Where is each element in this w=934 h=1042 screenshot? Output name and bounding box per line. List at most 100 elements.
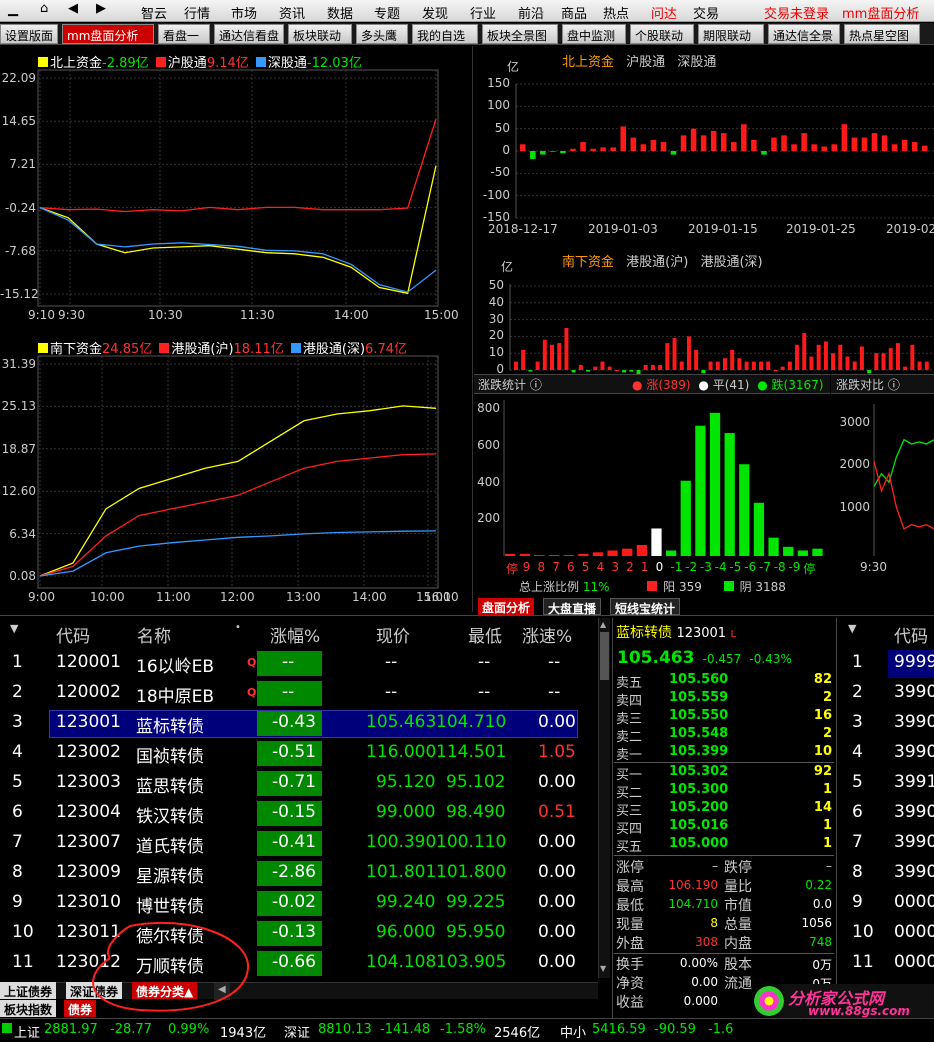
info-icon[interactable]: ⓘ	[530, 378, 542, 392]
table-row[interactable]: 6 123004 铁汉转债 -0.15 99.000 98.490 0.51	[0, 798, 600, 828]
order-book-row[interactable]: 买四 105.016 1	[616, 818, 834, 837]
menu-zhiyun[interactable]: 智云	[141, 3, 167, 22]
tab-zixuan[interactable]: 我的自选	[412, 24, 478, 44]
trade-status[interactable]: 交易未登录	[764, 3, 829, 22]
right-list-row[interactable]: 1 9999	[836, 648, 934, 678]
right-list-row[interactable]: 7 3990	[836, 828, 934, 858]
col-change[interactable]: 涨幅%	[270, 622, 320, 647]
back-icon[interactable]: ◀	[68, 1, 78, 16]
table-scrollbar[interactable]: ▲ ▼	[598, 618, 610, 978]
order-book-row[interactable]: 卖五 105.560 82	[616, 672, 834, 691]
order-book-row[interactable]: 买二 105.300 1	[616, 782, 834, 801]
right-list-row[interactable]: 6 3990	[836, 798, 934, 828]
subtab-zhibo[interactable]: 大盘直播	[543, 598, 602, 616]
forward-icon[interactable]: ▶	[96, 1, 106, 16]
menu-hangqing[interactable]: 行情	[184, 3, 210, 22]
info-icon[interactable]: ⓘ	[888, 378, 900, 392]
table-row[interactable]: 2 120002 18中原EB Q -- -- -- --	[0, 678, 600, 708]
order-book-row[interactable]: 卖二 105.548 2	[616, 726, 834, 745]
menu-jiaoyi[interactable]: 交易	[693, 3, 719, 22]
table-row[interactable]: 9 123010 博世转债 -0.02 99.240 99.225 0.00	[0, 888, 600, 918]
north-bar-sz[interactable]: 深股通	[677, 55, 716, 70]
scroll-thumb[interactable]	[600, 632, 609, 680]
right-list-header[interactable]: 代码	[894, 622, 928, 647]
order-book-row[interactable]: 卖三 105.550 16	[616, 708, 834, 727]
table-row[interactable]: 1 120001 16以岭EB Q -- -- -- --	[0, 648, 600, 678]
menu-qianyan[interactable]: 前沿	[518, 3, 544, 22]
table-row[interactable]: 8 123009 星源转债 -2.86 101.801 101.800 0.00	[0, 858, 600, 888]
tab-qixian[interactable]: 期限联动	[698, 24, 764, 44]
sort-arrow-icon[interactable]: ▼	[10, 622, 18, 635]
right-list-row[interactable]: 9 0000	[836, 888, 934, 918]
right-sort-icon[interactable]: ▼	[848, 622, 856, 635]
subtab-duanxian[interactable]: 短线宝统计	[610, 598, 681, 616]
menu-shichang[interactable]: 市场	[231, 3, 257, 22]
tab-xingkong[interactable]: 热点星空图	[844, 24, 920, 44]
tab-tdx-quanjing[interactable]: 通达信全景	[768, 24, 840, 44]
bar	[622, 548, 633, 556]
table-row[interactable]: 11 123012 万顺转债 -0.66 104.108 103.905 0.00	[0, 948, 600, 978]
tab-tdx-kanpan[interactable]: 通达信看盘	[214, 24, 284, 44]
right-list-row[interactable]: 2 3990	[836, 678, 934, 708]
order-book-row[interactable]: 卖一 105.399 10	[616, 744, 834, 763]
sheet-tab-sh-bond[interactable]: 上证债券	[0, 982, 57, 999]
right-list-row[interactable]: 8 3990	[836, 858, 934, 888]
menu-wenda[interactable]: 问达	[651, 3, 677, 22]
menu-faxian[interactable]: 发现	[422, 3, 448, 22]
home-icon[interactable]: ⌂	[40, 1, 48, 16]
order-book-row[interactable]: 卖四 105.559 2	[616, 690, 834, 709]
table-row[interactable]: 5 123003 蓝思转债 -0.71 95.120 95.102 0.00	[0, 768, 600, 798]
north-line-chart[interactable]	[37, 69, 439, 307]
status-sz-label[interactable]: 深证	[284, 1022, 310, 1041]
stats-bar-chart[interactable]	[503, 400, 826, 556]
col-code[interactable]: 代码	[56, 622, 90, 647]
south-bar-sh[interactable]: 港股通(沪)	[626, 255, 688, 270]
table-row[interactable]: 7 123007 道氏转债 -0.41 100.390 100.110 0.00	[0, 828, 600, 858]
col-speed[interactable]: 涨速%	[522, 622, 572, 647]
table-row[interactable]: 3 123001 蓝标转债 -0.43 105.463 104.710 0.00	[0, 708, 600, 738]
status-sh-label[interactable]: 上证	[14, 1022, 40, 1041]
menu-zixun[interactable]: 资讯	[279, 3, 305, 22]
right-list-row[interactable]: 11 0000	[836, 948, 934, 978]
right-list-row[interactable]: 10 0000	[836, 918, 934, 948]
tab-bankuai[interactable]: 板块联动	[288, 24, 352, 44]
status-zx-label[interactable]: 中小	[560, 1022, 586, 1041]
menu-hangye[interactable]: 行业	[470, 3, 496, 22]
tab-quanjing[interactable]: 板块全景图	[482, 24, 558, 44]
scroll-up-icon[interactable]: ▲	[600, 620, 609, 630]
menu-shangpin[interactable]: 商品	[561, 3, 587, 22]
right-list-row[interactable]: 5 3991	[836, 768, 934, 798]
minimize-icon[interactable]: ▁	[8, 2, 18, 17]
tab-kanpan1[interactable]: 看盘一	[158, 24, 210, 44]
col-price[interactable]: 现价	[376, 622, 410, 647]
tab-duotouying[interactable]: 多头鹰	[356, 24, 408, 44]
tab-settings[interactable]: 设置版面	[0, 24, 58, 44]
order-book-row[interactable]: 买五 105.000 1	[616, 836, 834, 855]
menu-shuju[interactable]: 数据	[327, 3, 353, 22]
table-row[interactable]: 10 123011 德尔转债 -0.13 96.000 95.950 0.00	[0, 918, 600, 948]
order-book-row[interactable]: 买一 105.302 92	[616, 764, 834, 783]
south-bar-chart[interactable]	[509, 284, 934, 374]
menu-zhuanti[interactable]: 专题	[374, 3, 400, 22]
tab-gegu[interactable]: 个股联动	[630, 24, 694, 44]
north-bar-sh[interactable]: 沪股通	[626, 55, 665, 70]
col-low[interactable]: 最低	[468, 622, 502, 647]
south-line-chart[interactable]	[37, 355, 439, 589]
menu-redian[interactable]: 热点	[603, 3, 629, 22]
south-bar-sz[interactable]: 港股通(深)	[700, 255, 762, 270]
right-list-row[interactable]: 3 3990	[836, 708, 934, 738]
north-bar-title[interactable]: 北上资金	[562, 55, 614, 70]
subtab-panmian[interactable]: 盘面分析	[478, 598, 535, 615]
tab-mm-analysis[interactable]: mm盘面分析	[62, 24, 154, 44]
scroll-down-icon[interactable]: ▼	[600, 964, 609, 974]
table-row[interactable]: 4 123002 国祯转债 -0.51 116.000 114.501 1.05	[0, 738, 600, 768]
south-bar-title[interactable]: 南下资金	[562, 255, 614, 270]
sheet-tab-bond[interactable]: 债券	[64, 1000, 97, 1017]
right-list-row[interactable]: 4 3990	[836, 738, 934, 768]
sheet-tab-bankuai[interactable]: 板块指数	[0, 1000, 57, 1017]
north-bar-chart[interactable]	[515, 83, 934, 219]
order-book-row[interactable]: 买三 105.200 14	[616, 800, 834, 819]
col-name[interactable]: 名称	[137, 622, 171, 647]
compare-line-chart[interactable]	[873, 404, 934, 556]
tab-jiance[interactable]: 盘中监测	[562, 24, 626, 44]
